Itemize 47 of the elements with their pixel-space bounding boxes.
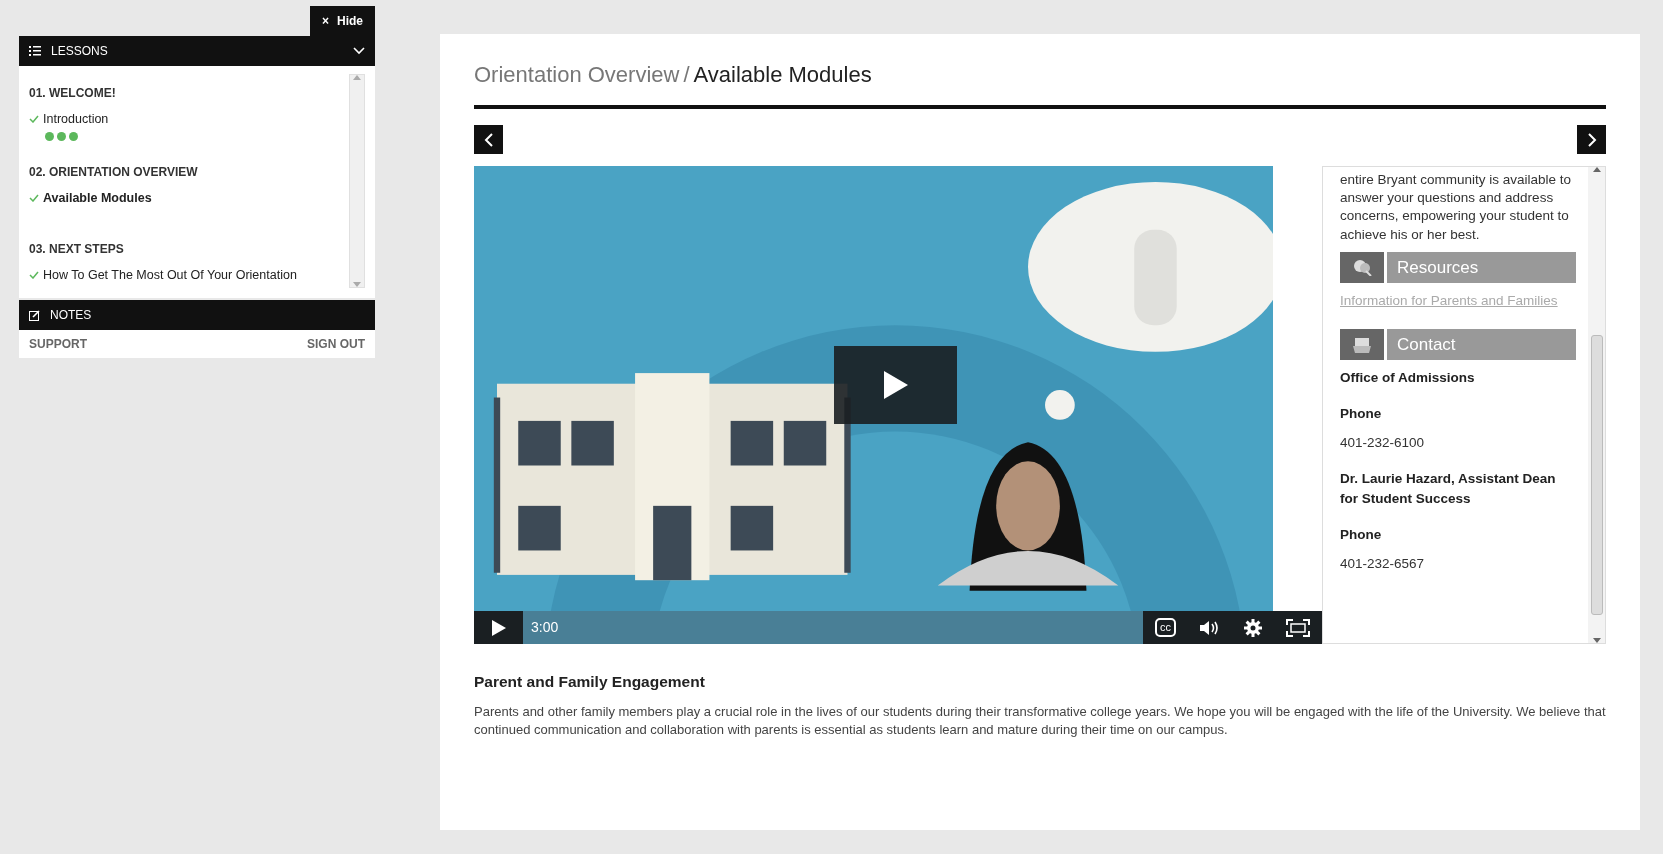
list-icon: [29, 46, 41, 56]
previous-button[interactable]: [474, 125, 503, 154]
scrollbar[interactable]: [1588, 167, 1605, 643]
footer-link[interactable]: SIGN OUT: [307, 335, 365, 353]
play-icon: [491, 619, 506, 636]
section-title: 01. WELCOME!: [29, 85, 117, 102]
magnifier-icon: [1352, 258, 1372, 277]
notes-header[interactable]: NOTES: [19, 300, 375, 330]
settings-icon: [1244, 618, 1262, 637]
lesson-item[interactable]: Introduction: [29, 110, 349, 129]
article-heading: Parent and Family Engagement: [474, 672, 706, 692]
section-banner: Contact: [1387, 329, 1576, 361]
play-icon: [883, 371, 908, 399]
scroll-up-icon[interactable]: [1592, 167, 1601, 172]
hide-button[interactable]: × Hide: [309, 6, 375, 36]
edit-icon: [29, 309, 40, 321]
panel-text: entire Bryant community is available to answer your questions and address concerns, empowering your student to achieve his or her best.: [1340, 171, 1573, 244]
play-button[interactable]: [474, 611, 523, 644]
check-icon: [29, 194, 39, 203]
page-title: Available Modules: [693, 62, 872, 87]
article-text: Parents and other family members play a crucial role in the lives of our students during their transformative college years. We hope you will be engaged with the life of the University. We believe that continued communication and collaboration with parents is essential as students learn and mature during their time on our campus.: [474, 703, 1606, 740]
video-time: 3:00: [531, 618, 560, 637]
section-banner: Resources: [1387, 251, 1576, 283]
phone-number: 401-232-6567: [1340, 554, 1426, 573]
phone-label: Phone: [1340, 526, 1383, 545]
breadcrumb-separator: /: [683, 62, 690, 87]
lessons-header[interactable]: LESSONS: [19, 36, 375, 66]
play-button[interactable]: [834, 346, 957, 424]
breadcrumb-link[interactable]: Orientation Overview: [474, 62, 680, 87]
phone-label: Phone: [1340, 405, 1383, 424]
next-button[interactable]: [1577, 125, 1606, 154]
contact-name: Dr. Laurie Hazard, Assistant Dean for Student Success: [1340, 469, 1557, 509]
footer-link[interactable]: SUPPORT: [29, 335, 87, 353]
chevron-left-icon: [483, 132, 494, 147]
check-icon: [29, 115, 39, 124]
section-title: 03. NEXT STEPS: [29, 240, 125, 258]
lesson-item[interactable]: Available Modules: [29, 188, 349, 208]
volume-icon: [1200, 619, 1220, 636]
check-icon: [29, 270, 39, 279]
contact-icon: [1352, 335, 1372, 354]
chevron-right-icon: [1586, 132, 1597, 147]
lesson-item[interactable]: How To Get The Most Out Of Your Orientation: [29, 265, 349, 285]
section-title: 02. ORIENTATION OVERVIEW: [29, 163, 199, 181]
contact-name: Office of Admissions: [1340, 369, 1476, 388]
phone-number: 401-232-6100: [1340, 433, 1426, 452]
scroll-down-icon[interactable]: [1592, 638, 1601, 643]
fullscreen-icon: [1286, 618, 1310, 637]
